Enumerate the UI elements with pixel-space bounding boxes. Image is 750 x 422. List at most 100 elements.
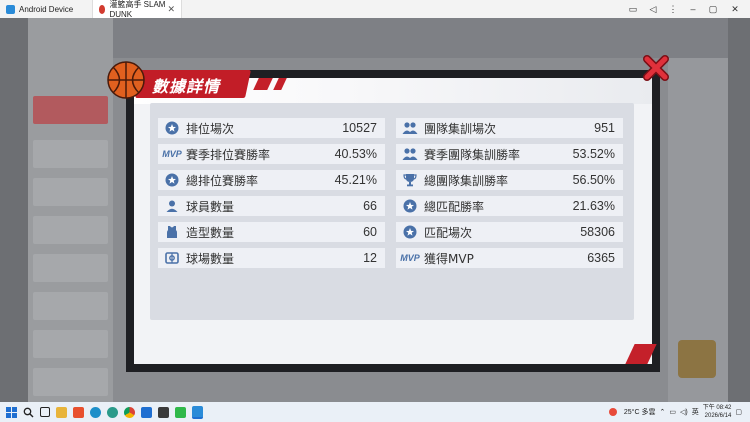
stat-label: 賽季團隊集訓勝率 xyxy=(424,147,521,162)
ime-indicator[interactable]: 英 xyxy=(692,407,699,417)
close-window-icon[interactable]: ✕ xyxy=(726,0,744,18)
menu-item xyxy=(33,330,108,358)
window-titlebar: Android Device 灌籃高手 SLAM DUNK ✕ ▭ ◁ ⋮ – … xyxy=(0,0,750,19)
stat-row-season-ranked-winrate: MVP 賽季排位賽勝率 40.53% xyxy=(158,144,385,164)
star-badge-icon xyxy=(164,172,180,188)
menu-item xyxy=(33,216,108,244)
minimize-icon[interactable]: – xyxy=(684,0,702,18)
brave-browser-icon[interactable] xyxy=(73,406,84,418)
mail-icon[interactable] xyxy=(141,406,152,418)
stat-row-total-ranked-winrate: 總排位賽勝率 45.21% xyxy=(158,170,385,190)
stat-value: 58306 xyxy=(580,225,615,239)
star-badge-icon xyxy=(402,224,418,240)
line-app-icon[interactable] xyxy=(175,406,186,418)
edge-dev-icon[interactable] xyxy=(107,406,118,418)
slam-dunk-app-icon xyxy=(99,4,106,14)
stat-label: 團隊集訓場次 xyxy=(424,121,497,136)
task-view-icon[interactable] xyxy=(40,407,50,417)
stat-label: 球員數量 xyxy=(186,199,235,214)
stat-label: 造型數量 xyxy=(186,225,235,240)
red-corner-accent xyxy=(625,344,657,364)
more-icon[interactable]: ⋮ xyxy=(664,0,682,18)
windows-taskbar: 25°C 多雲 ⌃ ▭ ◁) 英 下午 08:42 2026/6/14 ▢ xyxy=(0,402,750,422)
mute-icon[interactable]: ◁ xyxy=(644,0,662,18)
android-device-taskbar-icon[interactable] xyxy=(192,405,203,419)
chrome-icon[interactable] xyxy=(124,406,135,418)
file-explorer-icon[interactable] xyxy=(56,406,67,418)
stat-row-total-match-winrate: 總匹配勝率 21.63% xyxy=(396,196,623,216)
weather-icon xyxy=(608,408,617,416)
team-icon xyxy=(402,146,418,162)
stat-label: 球場數量 xyxy=(186,251,235,266)
stat-label: 總團隊集訓勝率 xyxy=(424,173,509,188)
stat-row-match-games: 匹配場次 58306 xyxy=(396,222,623,242)
jersey-icon xyxy=(164,224,180,240)
trophy-icon xyxy=(402,172,418,188)
clock[interactable]: 下午 08:42 2026/6/14 xyxy=(703,404,732,420)
stat-value: 53.52% xyxy=(572,147,615,161)
tab-slam-dunk[interactable]: 灌籃高手 SLAM DUNK ✕ xyxy=(92,0,182,19)
game-right-panel-bg xyxy=(668,58,728,402)
star-badge-icon xyxy=(402,198,418,214)
close-dialog-icon[interactable] xyxy=(643,55,669,81)
notification-icon[interactable]: ▢ xyxy=(735,408,742,416)
system-tray: 25°C 多雲 ⌃ ▭ ◁) 英 下午 08:42 2026/6/14 ▢ xyxy=(606,402,742,422)
stat-value: 6365 xyxy=(587,251,615,265)
stat-label: 賽季排位賽勝率 xyxy=(186,147,271,162)
weather-text[interactable]: 25°C 多雲 xyxy=(624,407,656,417)
mvp-icon: MVP xyxy=(162,149,182,159)
tab-android-device[interactable]: Android Device xyxy=(0,0,92,18)
stat-row-mvp-count: MVP 獲得MVP 6365 xyxy=(396,248,623,268)
maximize-icon[interactable]: ▢ xyxy=(704,0,722,18)
stats-grid: 排位場次 10527 MVP 賽季排位賽勝率 40.53% 總排位賽勝率 45.… xyxy=(150,103,634,320)
tab-slam-dunk-label: 灌籃高手 SLAM DUNK xyxy=(109,0,166,19)
search-icon[interactable] xyxy=(23,407,34,418)
android-device-icon xyxy=(6,4,15,14)
volume-icon[interactable]: ◁) xyxy=(680,408,688,416)
stat-row-total-team-training-winrate: 總團隊集訓勝率 56.50% xyxy=(396,170,623,190)
stat-value: 951 xyxy=(594,121,615,135)
player-icon xyxy=(164,198,180,214)
menu-item-highlighted xyxy=(33,96,108,124)
menu-item xyxy=(33,254,108,282)
menu-item xyxy=(33,368,108,396)
clock-date: 2026/6/14 xyxy=(704,413,732,419)
stat-value: 21.63% xyxy=(572,199,615,213)
court-icon xyxy=(164,250,180,266)
team-icon xyxy=(402,120,418,136)
edge-browser-icon[interactable] xyxy=(90,406,101,418)
stat-label: 總匹配勝率 xyxy=(424,199,485,214)
tab-android-device-label: Android Device xyxy=(19,4,74,14)
stat-value: 45.21% xyxy=(334,173,377,187)
character-avatar xyxy=(678,340,716,378)
basketball-icon xyxy=(107,61,145,99)
star-badge-icon xyxy=(164,120,180,136)
stat-label: 排位場次 xyxy=(186,121,235,136)
stat-value: 40.53% xyxy=(334,147,377,161)
windows-start-icon[interactable] xyxy=(6,406,17,418)
stat-label: 獲得MVP xyxy=(424,251,474,266)
stat-value: 66 xyxy=(363,199,377,213)
pin-icon[interactable]: ▭ xyxy=(624,0,642,18)
menu-item xyxy=(33,292,108,320)
stat-label: 總排位賽勝率 xyxy=(186,173,259,188)
stat-row-outfit-count: 造型數量 60 xyxy=(158,222,385,242)
menu-item xyxy=(33,140,108,168)
mvp-icon: MVP xyxy=(400,253,420,263)
chevron-up-icon[interactable]: ⌃ xyxy=(659,408,665,416)
store-icon[interactable] xyxy=(158,406,169,418)
dialog-title: 數據詳情 xyxy=(152,77,221,96)
stat-label: 匹配場次 xyxy=(424,225,473,240)
clock-time: 下午 08:42 xyxy=(702,405,732,411)
menu-item xyxy=(33,178,108,206)
close-tab-icon[interactable]: ✕ xyxy=(167,4,175,15)
stat-row-team-training-games: 團隊集訓場次 951 xyxy=(396,118,623,138)
stat-row-ranked-games: 排位場次 10527 xyxy=(158,118,385,138)
stat-row-court-count: 球場數量 12 xyxy=(158,248,385,268)
game-header-bg xyxy=(28,18,728,58)
network-icon[interactable]: ▭ xyxy=(669,408,676,416)
stat-value: 60 xyxy=(363,225,377,239)
game-left-menu-bg xyxy=(28,18,113,402)
stat-row-season-team-training-winrate: 賽季團隊集訓勝率 53.52% xyxy=(396,144,623,164)
stat-value: 12 xyxy=(363,251,377,265)
